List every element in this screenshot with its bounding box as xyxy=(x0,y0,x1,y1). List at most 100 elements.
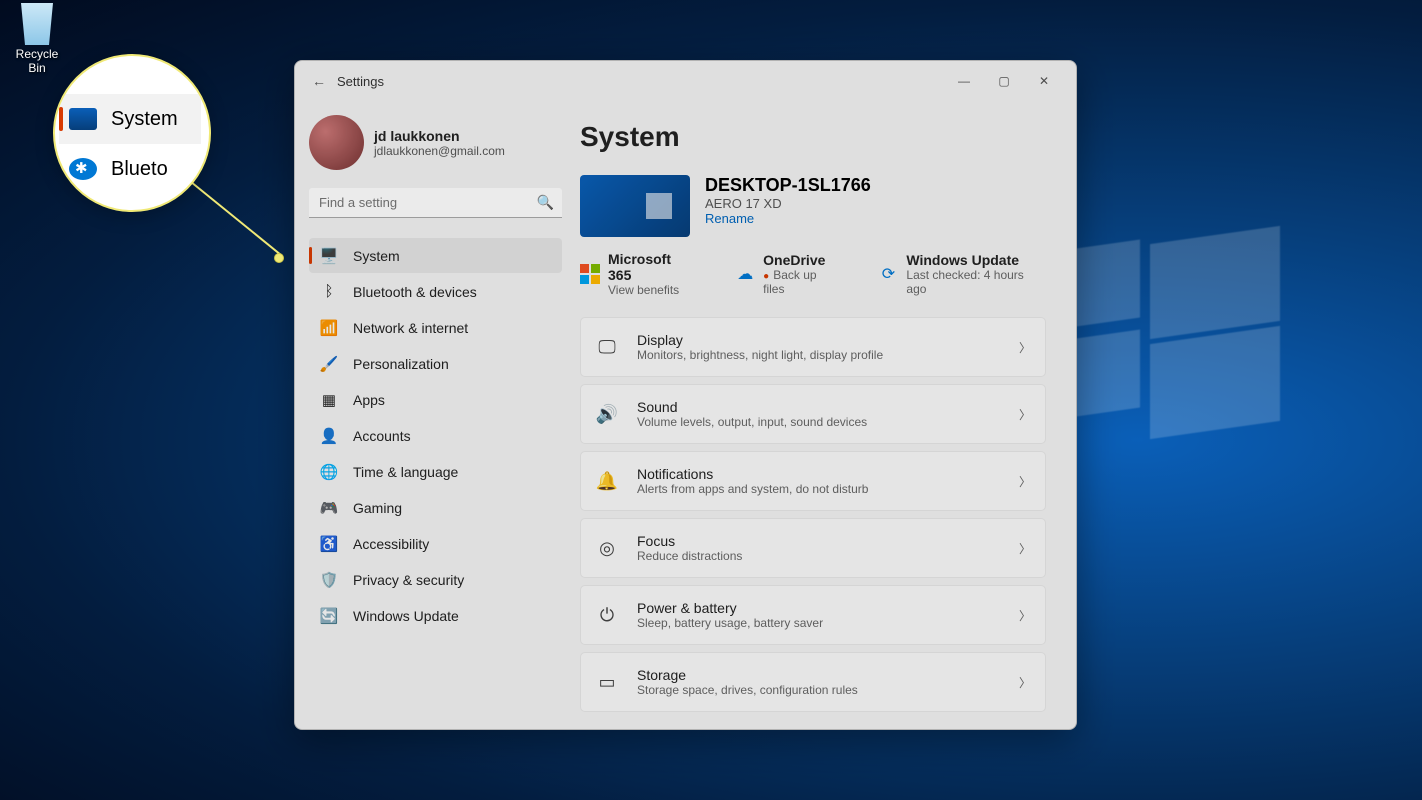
nav-item-network[interactable]: 📶Network & internet xyxy=(309,310,562,345)
notifications-icon: 🔔 xyxy=(595,471,619,492)
chevron-right-icon: 〉 xyxy=(1019,674,1031,691)
user-block[interactable]: jd laukkonen jdlaukkonen@gmail.com xyxy=(309,115,562,170)
desktop-wallpaper-logo xyxy=(1062,245,1282,425)
focus-icon: ◎ xyxy=(595,538,619,559)
nav-item-personalization[interactable]: 🖌️ Personalization xyxy=(309,346,562,381)
system-icon xyxy=(69,108,97,130)
nav-item-label: Personalization xyxy=(353,356,449,372)
nav-item-system[interactable]: 🖥️ System xyxy=(309,238,562,273)
device-thumbnail xyxy=(580,175,690,237)
sidebar: jd laukkonen jdlaukkonen@gmail.com 🔍 🖥️ S… xyxy=(295,101,570,729)
tile-microsoft-365[interactable]: Microsoft 365View benefits xyxy=(580,251,697,297)
close-button[interactable]: ✕ xyxy=(1024,66,1064,96)
tile-label: Microsoft 365 xyxy=(608,251,697,283)
apps-icon: ▦ xyxy=(319,390,339,410)
back-button[interactable]: ← xyxy=(307,69,331,93)
nav-item-label: Apps xyxy=(353,392,385,408)
nav-item-label: Gaming xyxy=(353,500,402,516)
card-focus[interactable]: ◎ FocusReduce distractions 〉 xyxy=(580,518,1046,578)
tile-label: Windows Update xyxy=(906,252,1046,268)
user-avatar xyxy=(309,115,364,170)
card-sub: Storage space, drives, configuration rul… xyxy=(637,683,858,697)
search-icon: 🔍 xyxy=(537,194,554,211)
card-title: Sound xyxy=(637,399,867,415)
nav-item-label: Accessibility xyxy=(353,536,429,552)
tile-sub: ●Back up files xyxy=(763,268,840,296)
status-dot: ● xyxy=(763,271,769,282)
desktop-icon-recycle-bin[interactable]: Recycle Bin xyxy=(7,3,67,75)
chevron-right-icon: 〉 xyxy=(1019,406,1031,423)
power & battery-icon: ⏻ xyxy=(595,605,619,626)
nav-list: 🖥️ System ᛒ Bluetooth & devices 📶Network & i… xyxy=(309,238,562,633)
minimize-button[interactable]: — xyxy=(944,66,984,96)
card-sub: Sleep, battery usage, battery saver xyxy=(637,616,823,630)
nav-item-gaming[interactable]: 🎮 Gaming xyxy=(309,490,562,525)
recycle-bin-icon xyxy=(17,3,57,45)
callout-row-system: System xyxy=(59,94,201,144)
card-display[interactable]: 🖵DisplayMonitors, brightness, night ligh… xyxy=(580,317,1046,377)
nav-item-accessibility[interactable]: ♿ Accessibility xyxy=(309,526,562,561)
card-sound[interactable]: 🔊 SoundVolume levels, output, input, soun… xyxy=(580,384,1046,444)
nav-item-label: Accounts xyxy=(353,428,411,444)
card-power-battery[interactable]: ⏻ Power & batterySleep, battery usage, ba… xyxy=(580,585,1046,645)
display-icon: 🖵 xyxy=(595,337,619,358)
tile-sub: View benefits xyxy=(608,283,697,297)
card-sub: Volume levels, output, input, sound devi… xyxy=(637,415,867,429)
storage-icon: ▭ xyxy=(595,672,619,693)
page-heading: System xyxy=(580,121,1046,153)
nav-item-time[interactable]: 🌐Time & language xyxy=(309,454,562,489)
callout-label: System xyxy=(111,108,178,131)
nav-item-update[interactable]: 🔄Windows Update xyxy=(309,598,562,633)
nav-item-label: System xyxy=(353,248,400,264)
time-icon: 🌐 xyxy=(319,462,339,482)
gaming-icon: 🎮 xyxy=(319,498,339,518)
accessibility-icon: ♿ xyxy=(319,534,339,554)
nav-item-apps[interactable]: ▦ Apps xyxy=(309,382,562,417)
accounts-icon: 👤 xyxy=(319,426,339,446)
rename-link[interactable]: Rename xyxy=(705,211,871,226)
card-title: Display xyxy=(637,332,883,348)
card-storage[interactable]: ▭ StorageStorage space, drives, configura… xyxy=(580,652,1046,712)
card-title: Power & battery xyxy=(637,600,823,616)
main-panel: System DESKTOP-1SL1766 AERO 17 XD Rename… xyxy=(570,101,1076,729)
nav-item-label: Bluetooth & devices xyxy=(353,284,477,300)
sound-icon: 🔊 xyxy=(595,404,619,425)
tile-sub: Last checked: 4 hours ago xyxy=(906,268,1046,296)
maximize-button[interactable]: ▢ xyxy=(984,66,1024,96)
search-box[interactable]: 🔍 xyxy=(309,188,562,218)
window-title: Settings xyxy=(337,74,384,89)
network-icon: 📶 xyxy=(319,318,339,338)
card-sub: Alerts from apps and system, do not dist… xyxy=(637,482,868,496)
microsoft-icon xyxy=(580,264,600,284)
chevron-right-icon: 〉 xyxy=(1019,607,1031,624)
nav-item-bluetooth[interactable]: ᛒ Bluetooth & devices xyxy=(309,274,562,309)
chevron-right-icon: 〉 xyxy=(1019,540,1031,557)
device-name: DESKTOP-1SL1766 xyxy=(705,175,871,196)
card-sub: Reduce distractions xyxy=(637,549,742,563)
card-title: Storage xyxy=(637,667,858,683)
bluetooth-icon xyxy=(69,158,97,180)
personalization-icon: 🖌️ xyxy=(319,354,339,374)
nav-item-label: Windows Update xyxy=(353,608,459,624)
tiles-row: Microsoft 365View benefits☁OneDrive●Back… xyxy=(580,251,1046,297)
update-icon: ⟳ xyxy=(882,264,895,284)
system-icon: 🖥️ xyxy=(319,246,339,266)
tile-label: OneDrive xyxy=(763,252,840,268)
tile-onedrive[interactable]: ☁OneDrive●Back up files xyxy=(735,251,840,297)
magnifier-callout: System Blueto xyxy=(53,54,211,212)
chevron-right-icon: 〉 xyxy=(1019,473,1031,490)
callout-label: Blueto xyxy=(111,158,168,181)
card-title: Focus xyxy=(637,533,742,549)
privacy-icon: 🛡️ xyxy=(319,570,339,590)
nav-item-accounts[interactable]: 👤 Accounts xyxy=(309,418,562,453)
chevron-right-icon: 〉 xyxy=(1019,339,1031,356)
card-title: Notifications xyxy=(637,466,868,482)
callout-row-bluetooth: Blueto xyxy=(59,144,201,194)
search-input[interactable] xyxy=(309,188,562,218)
tile-windows-update[interactable]: ⟳ Windows UpdateLast checked: 4 hours ago xyxy=(879,251,1046,297)
nav-item-privacy[interactable]: 🛡️Privacy & security xyxy=(309,562,562,597)
bluetooth-icon: ᛒ xyxy=(319,282,339,302)
card-notifications[interactable]: 🔔 NotificationsAlerts from apps and syste… xyxy=(580,451,1046,511)
callout-dot xyxy=(274,253,284,263)
user-email: jdlaukkonen@gmail.com xyxy=(374,144,505,158)
